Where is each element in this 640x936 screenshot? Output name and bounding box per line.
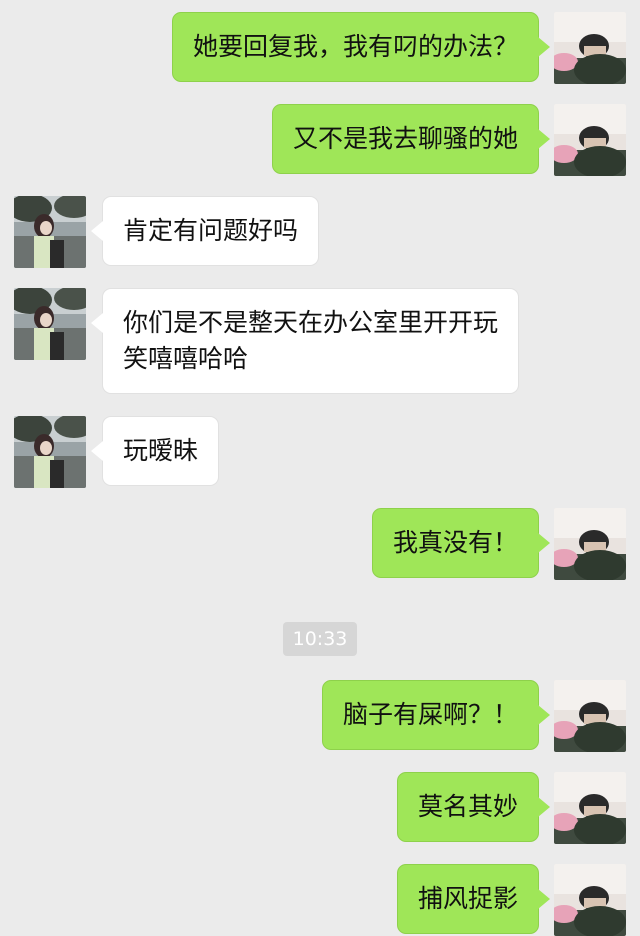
message-bubble-outgoing[interactable]: 脑子有屎啊？！ [321, 680, 551, 750]
avatar-contact[interactable] [14, 416, 86, 488]
message-bubble-outgoing[interactable]: 莫名其妙 [396, 772, 551, 842]
timestamp-label: 10:33 [283, 622, 357, 656]
avatar-self[interactable] [554, 12, 626, 84]
message-bubble-outgoing[interactable]: 捕风捉影 [396, 864, 551, 934]
avatar-self[interactable] [554, 104, 626, 176]
message-bubble-incoming[interactable]: 玩暧昧 [90, 416, 220, 486]
avatar-contact[interactable] [14, 288, 86, 360]
message-bubble-incoming[interactable]: 肯定有问题好吗 [90, 196, 320, 266]
message-text-line: 你们是不是整天在办公室里开开玩 [123, 308, 499, 337]
avatar-self[interactable] [554, 772, 626, 844]
avatar-contact[interactable] [14, 196, 86, 268]
avatar-self[interactable] [554, 680, 626, 752]
avatar-self[interactable] [554, 864, 626, 936]
avatar-self[interactable] [554, 508, 626, 580]
message-bubble-outgoing[interactable]: 她要回复我，我有叼的办法？ [171, 12, 551, 82]
message-bubble-outgoing[interactable]: 我真没有！ [371, 508, 551, 578]
message-text-line: 笑嘻嘻哈哈 [123, 344, 249, 373]
message-bubble-incoming[interactable]: 你们是不是整天在办公室里开开玩 笑嘻嘻哈哈 [90, 288, 520, 394]
message-bubble-outgoing[interactable]: 又不是我去聊骚的她 [271, 104, 551, 174]
